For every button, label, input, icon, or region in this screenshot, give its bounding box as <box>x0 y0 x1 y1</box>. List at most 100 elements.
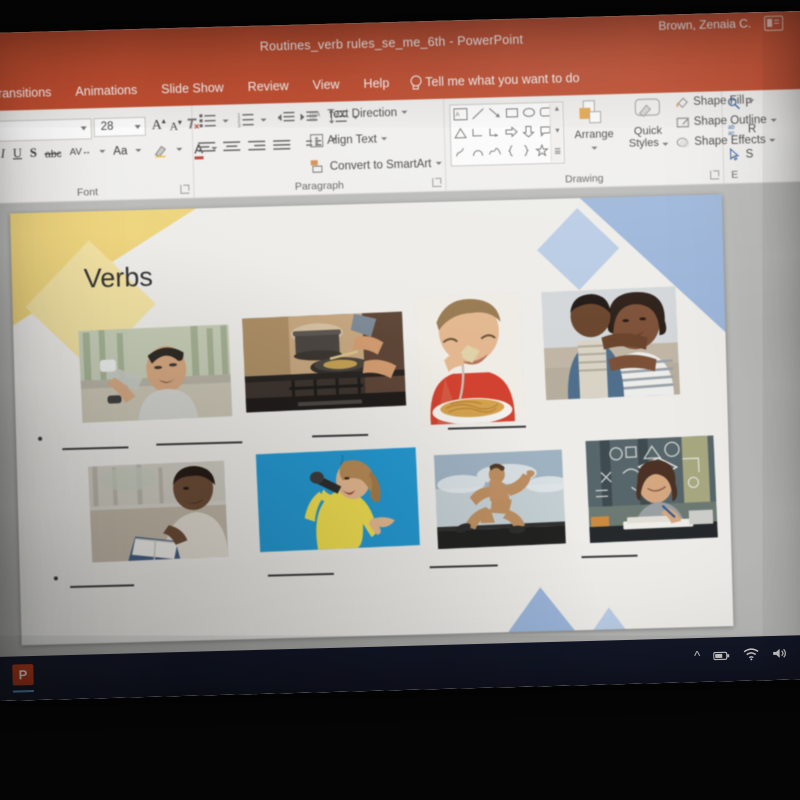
account-name[interactable]: Brown, Zenaia C. <box>658 16 751 33</box>
picture-drinking-water[interactable] <box>78 324 233 423</box>
star-shape-icon[interactable] <box>535 143 549 157</box>
tab-help[interactable]: Help <box>351 72 401 95</box>
right-arrow-block-shape-icon[interactable] <box>505 126 518 138</box>
elbow-connector-shape-icon[interactable] <box>471 127 484 139</box>
italic-button[interactable]: I <box>1 147 6 162</box>
arc-shape-icon[interactable] <box>471 146 484 158</box>
paragraph-dialog-launcher[interactable] <box>432 177 442 188</box>
taskbar-powerpoint-icon[interactable]: P <box>12 664 34 686</box>
wifi-icon[interactable] <box>743 647 759 661</box>
find-label: F <box>745 96 753 110</box>
picture-cooking[interactable] <box>242 311 407 413</box>
font-dialog-launcher[interactable] <box>180 184 190 194</box>
chevron-down-icon[interactable] <box>176 147 183 151</box>
text-direction-icon: ||| A <box>309 108 323 121</box>
align-center-icon[interactable] <box>223 140 241 156</box>
text-direction-label: Text Direction <box>327 106 398 121</box>
oval-shape-icon[interactable] <box>522 106 535 118</box>
picture-singing[interactable] <box>255 447 420 553</box>
align-text-button[interactable]: Align Text <box>310 132 387 148</box>
text-direction-button[interactable]: ||| A Text Direction <box>309 106 408 121</box>
numbering-icon[interactable]: 123 <box>237 112 255 128</box>
volume-icon[interactable] <box>772 647 788 660</box>
tab-slide-show[interactable]: Slide Show <box>149 76 236 100</box>
tab-animations[interactable]: Animations <box>63 79 149 103</box>
quick-styles-button[interactable]: Quick Styles <box>621 97 674 150</box>
answer-line[interactable] <box>312 433 369 438</box>
convert-to-smartart-button[interactable]: Convert to SmartArt <box>310 157 442 174</box>
answer-line[interactable] <box>581 554 638 559</box>
strikethrough-button[interactable]: abc <box>45 146 62 160</box>
picture-studying[interactable] <box>585 435 718 544</box>
align-right-icon[interactable] <box>248 140 266 156</box>
text-shadow-button[interactable]: S <box>30 146 37 161</box>
bullet-point <box>38 436 43 441</box>
underline-button[interactable]: U <box>13 146 22 161</box>
ribbon-display-options-icon[interactable] <box>763 15 784 32</box>
freeform-shape-icon[interactable] <box>454 146 467 158</box>
increase-font-size-button[interactable]: A▴ <box>151 116 166 134</box>
left-brace-shape-icon[interactable] <box>505 145 516 157</box>
shapes-gallery-scrollbar[interactable]: ▲ ▼ ☰ <box>549 103 563 162</box>
bullet-point <box>53 576 58 581</box>
tab-transitions[interactable]: Transitions <box>0 81 64 105</box>
curve-shape-icon[interactable] <box>488 145 502 157</box>
editing-group-label: E <box>731 168 739 181</box>
chevron-down-icon <box>435 161 442 165</box>
slide-canvas[interactable]: Verbs <box>10 194 734 646</box>
slide-workspace: Verbs <box>0 181 800 681</box>
slide-title[interactable]: Verbs <box>83 262 153 295</box>
elbow-arrow-shape-icon[interactable] <box>488 126 501 138</box>
decrease-font-size-button[interactable]: A▾ <box>169 118 182 133</box>
text-highlight-icon[interactable] <box>153 143 168 158</box>
decrease-indent-icon[interactable] <box>277 111 295 127</box>
bullets-icon[interactable] <box>199 113 217 129</box>
change-case-button[interactable]: Aa <box>113 145 127 157</box>
shapes-gallery[interactable]: A ▲ ▼ ☰ <box>449 101 565 167</box>
replace-button[interactable]: ab ac R <box>728 122 757 136</box>
text-box-shape-icon[interactable]: A <box>453 108 468 121</box>
ribbon-group-editing: F ab ac R S E <box>721 89 800 183</box>
select-button[interactable]: S <box>728 147 753 161</box>
tell-me-label: Tell me what you want to do <box>425 71 580 90</box>
align-left-icon[interactable] <box>198 141 216 157</box>
answer-line[interactable] <box>156 441 243 446</box>
find-button[interactable]: F <box>727 96 752 110</box>
font-size-input[interactable]: 28 <box>93 116 146 138</box>
chevron-down-icon[interactable] <box>260 118 267 122</box>
rectangle-shape-icon[interactable] <box>505 107 519 119</box>
picture-running[interactable] <box>433 449 566 550</box>
arrange-button[interactable]: Arrange <box>567 98 620 153</box>
justify-icon[interactable] <box>273 139 291 155</box>
answer-line[interactable] <box>70 584 135 589</box>
line-shape-icon[interactable] <box>471 108 484 120</box>
answer-line[interactable] <box>62 446 129 451</box>
smartart-icon <box>310 160 326 173</box>
chevron-down-icon[interactable] <box>222 119 229 123</box>
down-arrow-block-shape-icon[interactable] <box>522 125 535 138</box>
chevron-down-icon[interactable] <box>135 148 142 153</box>
drawing-dialog-launcher[interactable] <box>710 170 720 180</box>
tell-me-search[interactable]: Tell me what you want to do <box>401 67 588 94</box>
answer-line[interactable] <box>267 572 334 577</box>
triangle-shape-icon[interactable] <box>454 127 468 139</box>
picture-eating-spaghetti[interactable] <box>415 292 525 426</box>
svg-text:A: A <box>455 112 459 118</box>
svg-text:A: A <box>315 110 320 118</box>
chevron-down-icon[interactable] <box>99 149 106 154</box>
battery-icon[interactable] <box>713 649 730 661</box>
chevron-down-icon <box>661 142 668 146</box>
align-text-label: Align Text <box>326 133 377 147</box>
tab-view[interactable]: View <box>300 73 351 96</box>
font-size-value: 28 <box>100 120 114 134</box>
show-hidden-icons-chevron[interactable]: ^ <box>694 648 701 663</box>
picture-hugging[interactable] <box>541 286 681 401</box>
answer-line[interactable] <box>429 564 498 569</box>
arrow-shape-icon[interactable] <box>488 107 501 119</box>
right-brace-shape-icon[interactable] <box>520 144 531 157</box>
answer-line[interactable] <box>447 425 526 430</box>
picture-reading[interactable] <box>88 460 229 563</box>
tab-review[interactable]: Review <box>235 75 301 99</box>
font-name-input[interactable] <box>0 118 93 143</box>
character-spacing-button[interactable]: AV↔ <box>70 146 92 158</box>
